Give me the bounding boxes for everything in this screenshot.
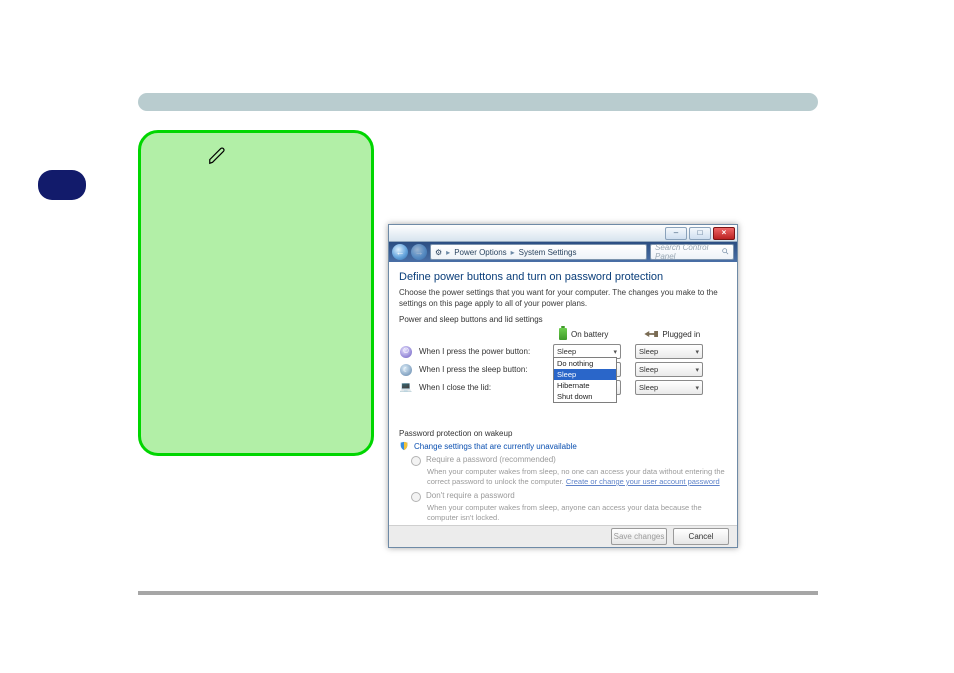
- close-button[interactable]: ×: [713, 227, 735, 240]
- back-button[interactable]: ←: [392, 244, 408, 260]
- search-input[interactable]: Search Control Panel: [650, 244, 734, 260]
- window-titlebar: – □ ×: [389, 225, 737, 242]
- label-power-button: When I press the power button:: [419, 347, 553, 356]
- dropdown-option-do-nothing[interactable]: Do nothing: [554, 358, 616, 369]
- page-heading: Define power buttons and turn on passwor…: [399, 271, 727, 283]
- dropdown-power-plugged[interactable]: Sleep ▾: [635, 344, 703, 359]
- dropdown-option-hibernate[interactable]: Hibernate: [554, 380, 616, 391]
- decorative-top-bar: [138, 93, 818, 111]
- lid-icon: 💻: [400, 382, 412, 393]
- link-create-password: Create or change your user account passw…: [566, 477, 720, 486]
- chevron-down-icon: ▾: [695, 348, 699, 356]
- radio-dont-require-password-desc: When your computer wakes from sleep, any…: [427, 503, 727, 523]
- plug-icon: [644, 331, 658, 337]
- radio-button-icon: [411, 456, 421, 466]
- label-password-section: Password protection on wakeup: [399, 429, 727, 438]
- search-placeholder: Search Control Panel: [655, 243, 719, 261]
- crumb-system-settings[interactable]: System Settings: [519, 248, 577, 257]
- save-changes-button[interactable]: Save changes: [611, 528, 667, 545]
- dropdown-value: Sleep: [557, 347, 576, 356]
- column-headers: On battery Plugged in: [559, 328, 727, 340]
- link-change-unavailable-settings[interactable]: Change settings that are currently unava…: [414, 442, 577, 451]
- row-power-button: When I press the power button: Sleep ▾ D…: [399, 344, 727, 359]
- column-plugged-in: Plugged in: [662, 330, 700, 339]
- radio-dont-require-password-label: Don't require a password: [426, 491, 515, 502]
- chevron-down-icon: ▾: [613, 348, 617, 356]
- radio-dont-require-password: Don't require a password: [411, 491, 727, 502]
- control-panel-icon: ⚙: [435, 248, 442, 257]
- dropdown-lid-plugged[interactable]: Sleep ▾: [635, 380, 703, 395]
- decorative-pill: [38, 170, 86, 200]
- radio-button-icon: [411, 492, 421, 502]
- forward-button[interactable]: →: [411, 244, 427, 260]
- dropdown-value: Sleep: [639, 383, 658, 392]
- power-button-icon: [400, 346, 412, 358]
- battery-icon: [559, 328, 567, 340]
- green-callout-box: [138, 130, 374, 456]
- nav-row: ← → ⚙ ▸ Power Options ▸ System Settings …: [389, 242, 737, 262]
- radio-require-password-desc: When your computer wakes from sleep, no …: [427, 467, 727, 487]
- section-password-protection: Password protection on wakeup Change set…: [399, 429, 727, 523]
- dialog-button-bar: Save changes Cancel: [389, 525, 737, 547]
- maximize-button[interactable]: □: [689, 227, 711, 240]
- minimize-button[interactable]: –: [665, 227, 687, 240]
- sleep-button-icon: [400, 364, 412, 376]
- radio-require-password-label: Require a password (recommended): [426, 455, 556, 466]
- section-power-buttons-label: Power and sleep buttons and lid settings: [399, 315, 727, 324]
- dropdown-sleep-plugged[interactable]: Sleep ▾: [635, 362, 703, 377]
- label-lid: When I close the lid:: [419, 383, 553, 392]
- page-description: Choose the power settings that you want …: [399, 287, 727, 309]
- decorative-bottom-bar: [138, 591, 818, 595]
- search-icon: [722, 248, 729, 256]
- dropdown-power-on-battery[interactable]: Sleep ▾ Do nothing Sleep Hibernate Shut …: [553, 344, 621, 359]
- dropdown-value: Sleep: [639, 347, 658, 356]
- breadcrumb[interactable]: ⚙ ▸ Power Options ▸ System Settings: [430, 244, 647, 260]
- label-sleep-button: When I press the sleep button:: [419, 365, 553, 374]
- power-options-window: – □ × ← → ⚙ ▸ Power Options ▸ System Set…: [388, 224, 738, 548]
- content-area: Define power buttons and turn on passwor…: [389, 263, 737, 525]
- pen-icon: [207, 144, 229, 166]
- crumb-power-options[interactable]: Power Options: [454, 248, 506, 257]
- dropdown-power-on-battery-list: Do nothing Sleep Hibernate Shut down: [553, 357, 617, 403]
- dropdown-option-sleep[interactable]: Sleep: [554, 369, 616, 380]
- dropdown-option-shut-down[interactable]: Shut down: [554, 391, 616, 402]
- chevron-down-icon: ▾: [695, 366, 699, 374]
- shield-icon: [399, 441, 409, 451]
- column-on-battery: On battery: [571, 330, 608, 339]
- cancel-button[interactable]: Cancel: [673, 528, 729, 545]
- dropdown-value: Sleep: [639, 365, 658, 374]
- radio-require-password: Require a password (recommended): [411, 455, 727, 466]
- chevron-down-icon: ▾: [695, 384, 699, 392]
